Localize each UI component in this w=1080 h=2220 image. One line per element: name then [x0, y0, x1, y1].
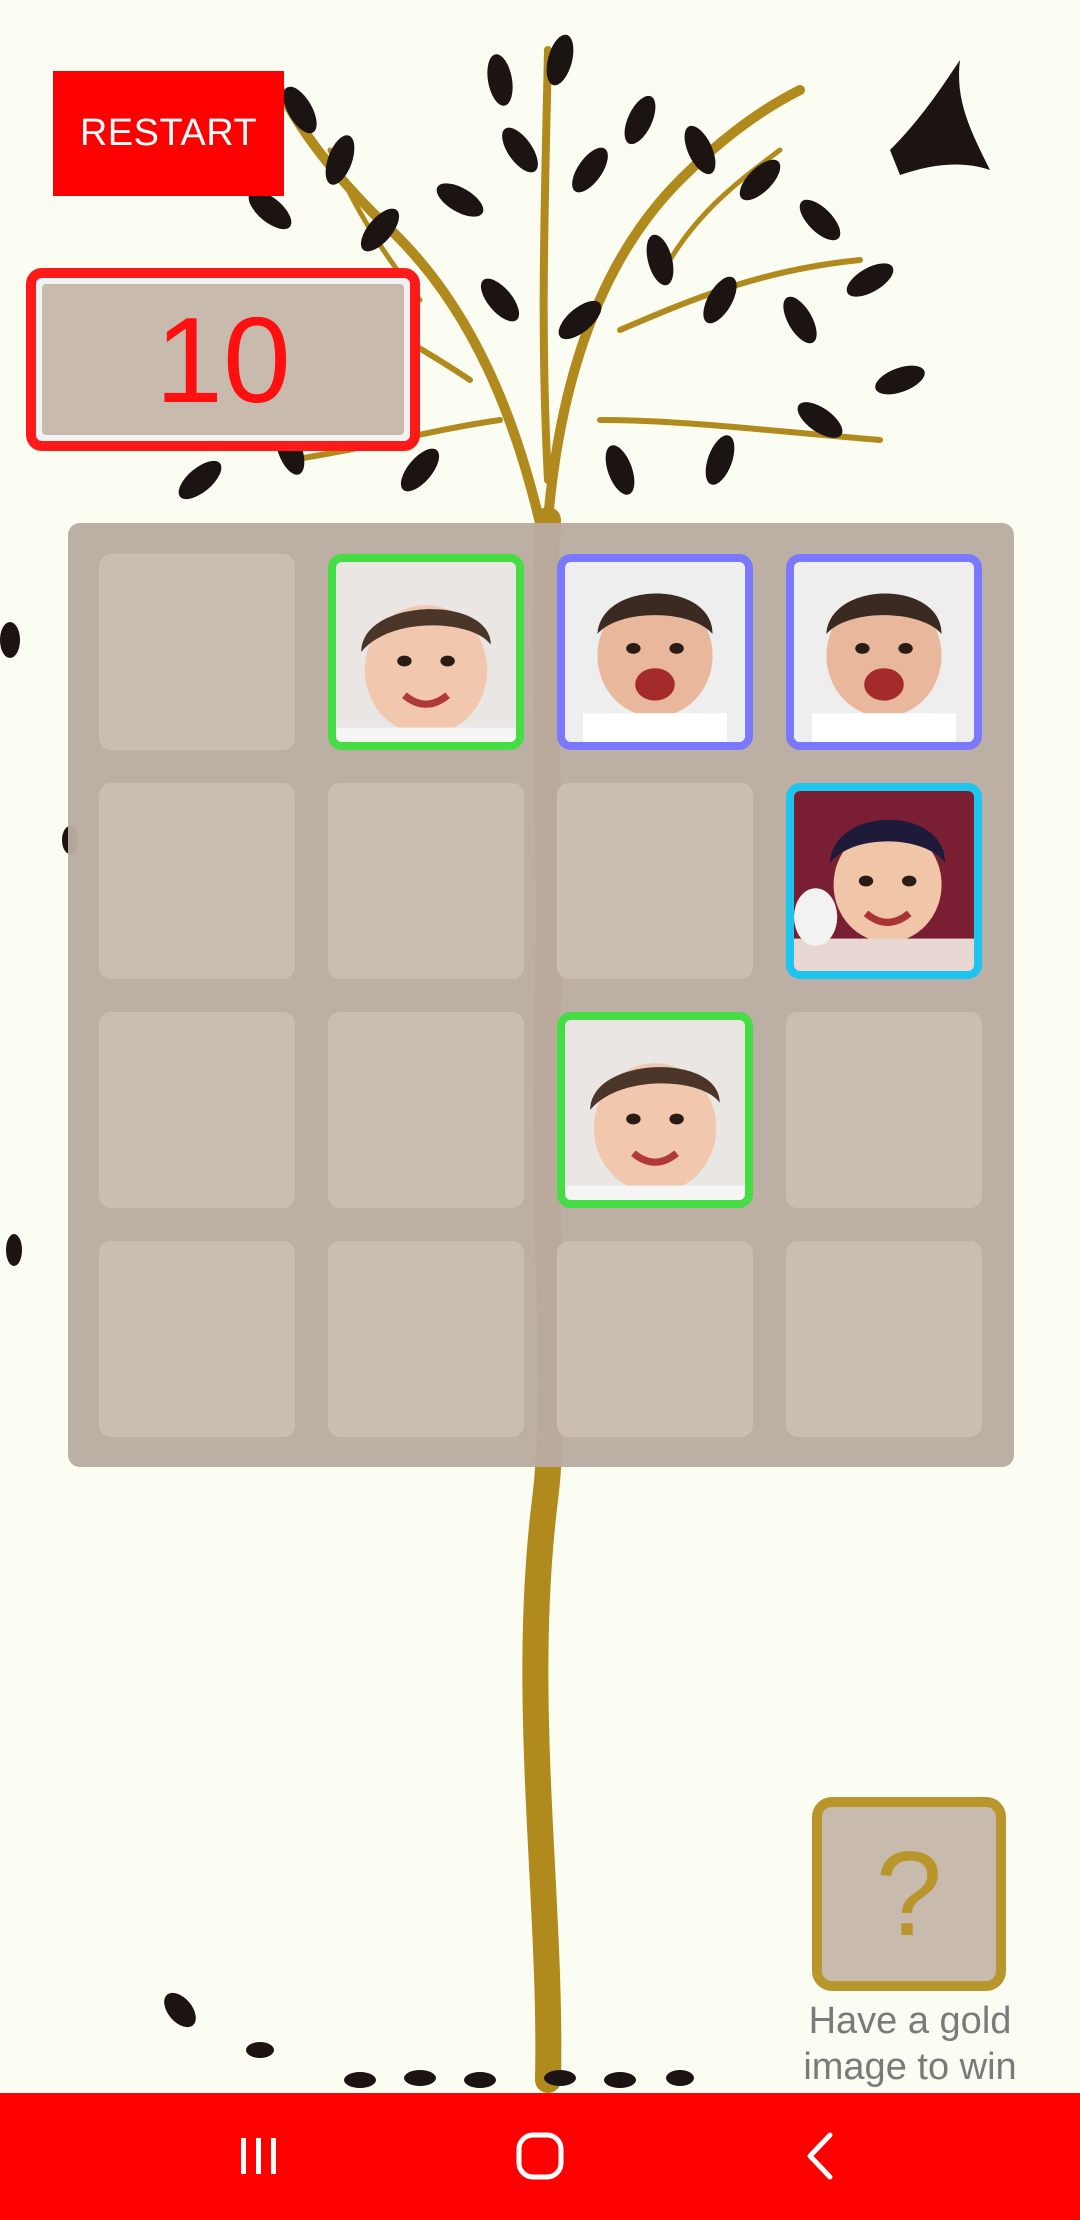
board-cell-empty: [99, 1241, 295, 1437]
system-navigation-bar: [0, 2093, 1080, 2220]
board-cell-empty: [99, 554, 295, 750]
board-cell-empty: [328, 1012, 524, 1208]
score-display: 10: [26, 268, 420, 451]
child-face-image: [336, 562, 516, 742]
back-icon[interactable]: [786, 2121, 856, 2191]
score-value: 10: [42, 284, 404, 435]
child-face-image: [794, 791, 974, 971]
board-cell-empty: [786, 1241, 982, 1437]
win-hint-text: Have a gold image to win: [775, 1998, 1045, 2090]
home-icon[interactable]: [505, 2121, 575, 2191]
restart-button[interactable]: RESTART: [53, 71, 284, 196]
child-face-image: [565, 562, 745, 742]
help-button[interactable]: ?: [812, 1797, 1006, 1991]
child-face-image: [565, 1020, 745, 1200]
tile-boy-photo: [786, 783, 982, 979]
child-face-image: [794, 562, 974, 742]
board-cell-empty: [786, 1012, 982, 1208]
hint-line-1: Have a gold: [808, 2000, 1012, 2042]
board-cell-empty: [328, 783, 524, 979]
board-cell-empty: [99, 1012, 295, 1208]
board-cell-empty: [328, 1241, 524, 1437]
question-mark-icon: ?: [875, 1827, 943, 1961]
game-board[interactable]: [68, 523, 1014, 1467]
tile-girl-photo: [328, 554, 524, 750]
hint-line-2: image to win: [803, 2046, 1017, 2088]
board-cell-empty: [99, 783, 295, 979]
board-cell-empty: [557, 783, 753, 979]
recent-apps-icon[interactable]: [223, 2121, 293, 2191]
tile-girl-photo: [557, 1012, 753, 1208]
board-cell-empty: [557, 1241, 753, 1437]
tile-boy-photo: [557, 554, 753, 750]
tile-boy-photo: [786, 554, 982, 750]
